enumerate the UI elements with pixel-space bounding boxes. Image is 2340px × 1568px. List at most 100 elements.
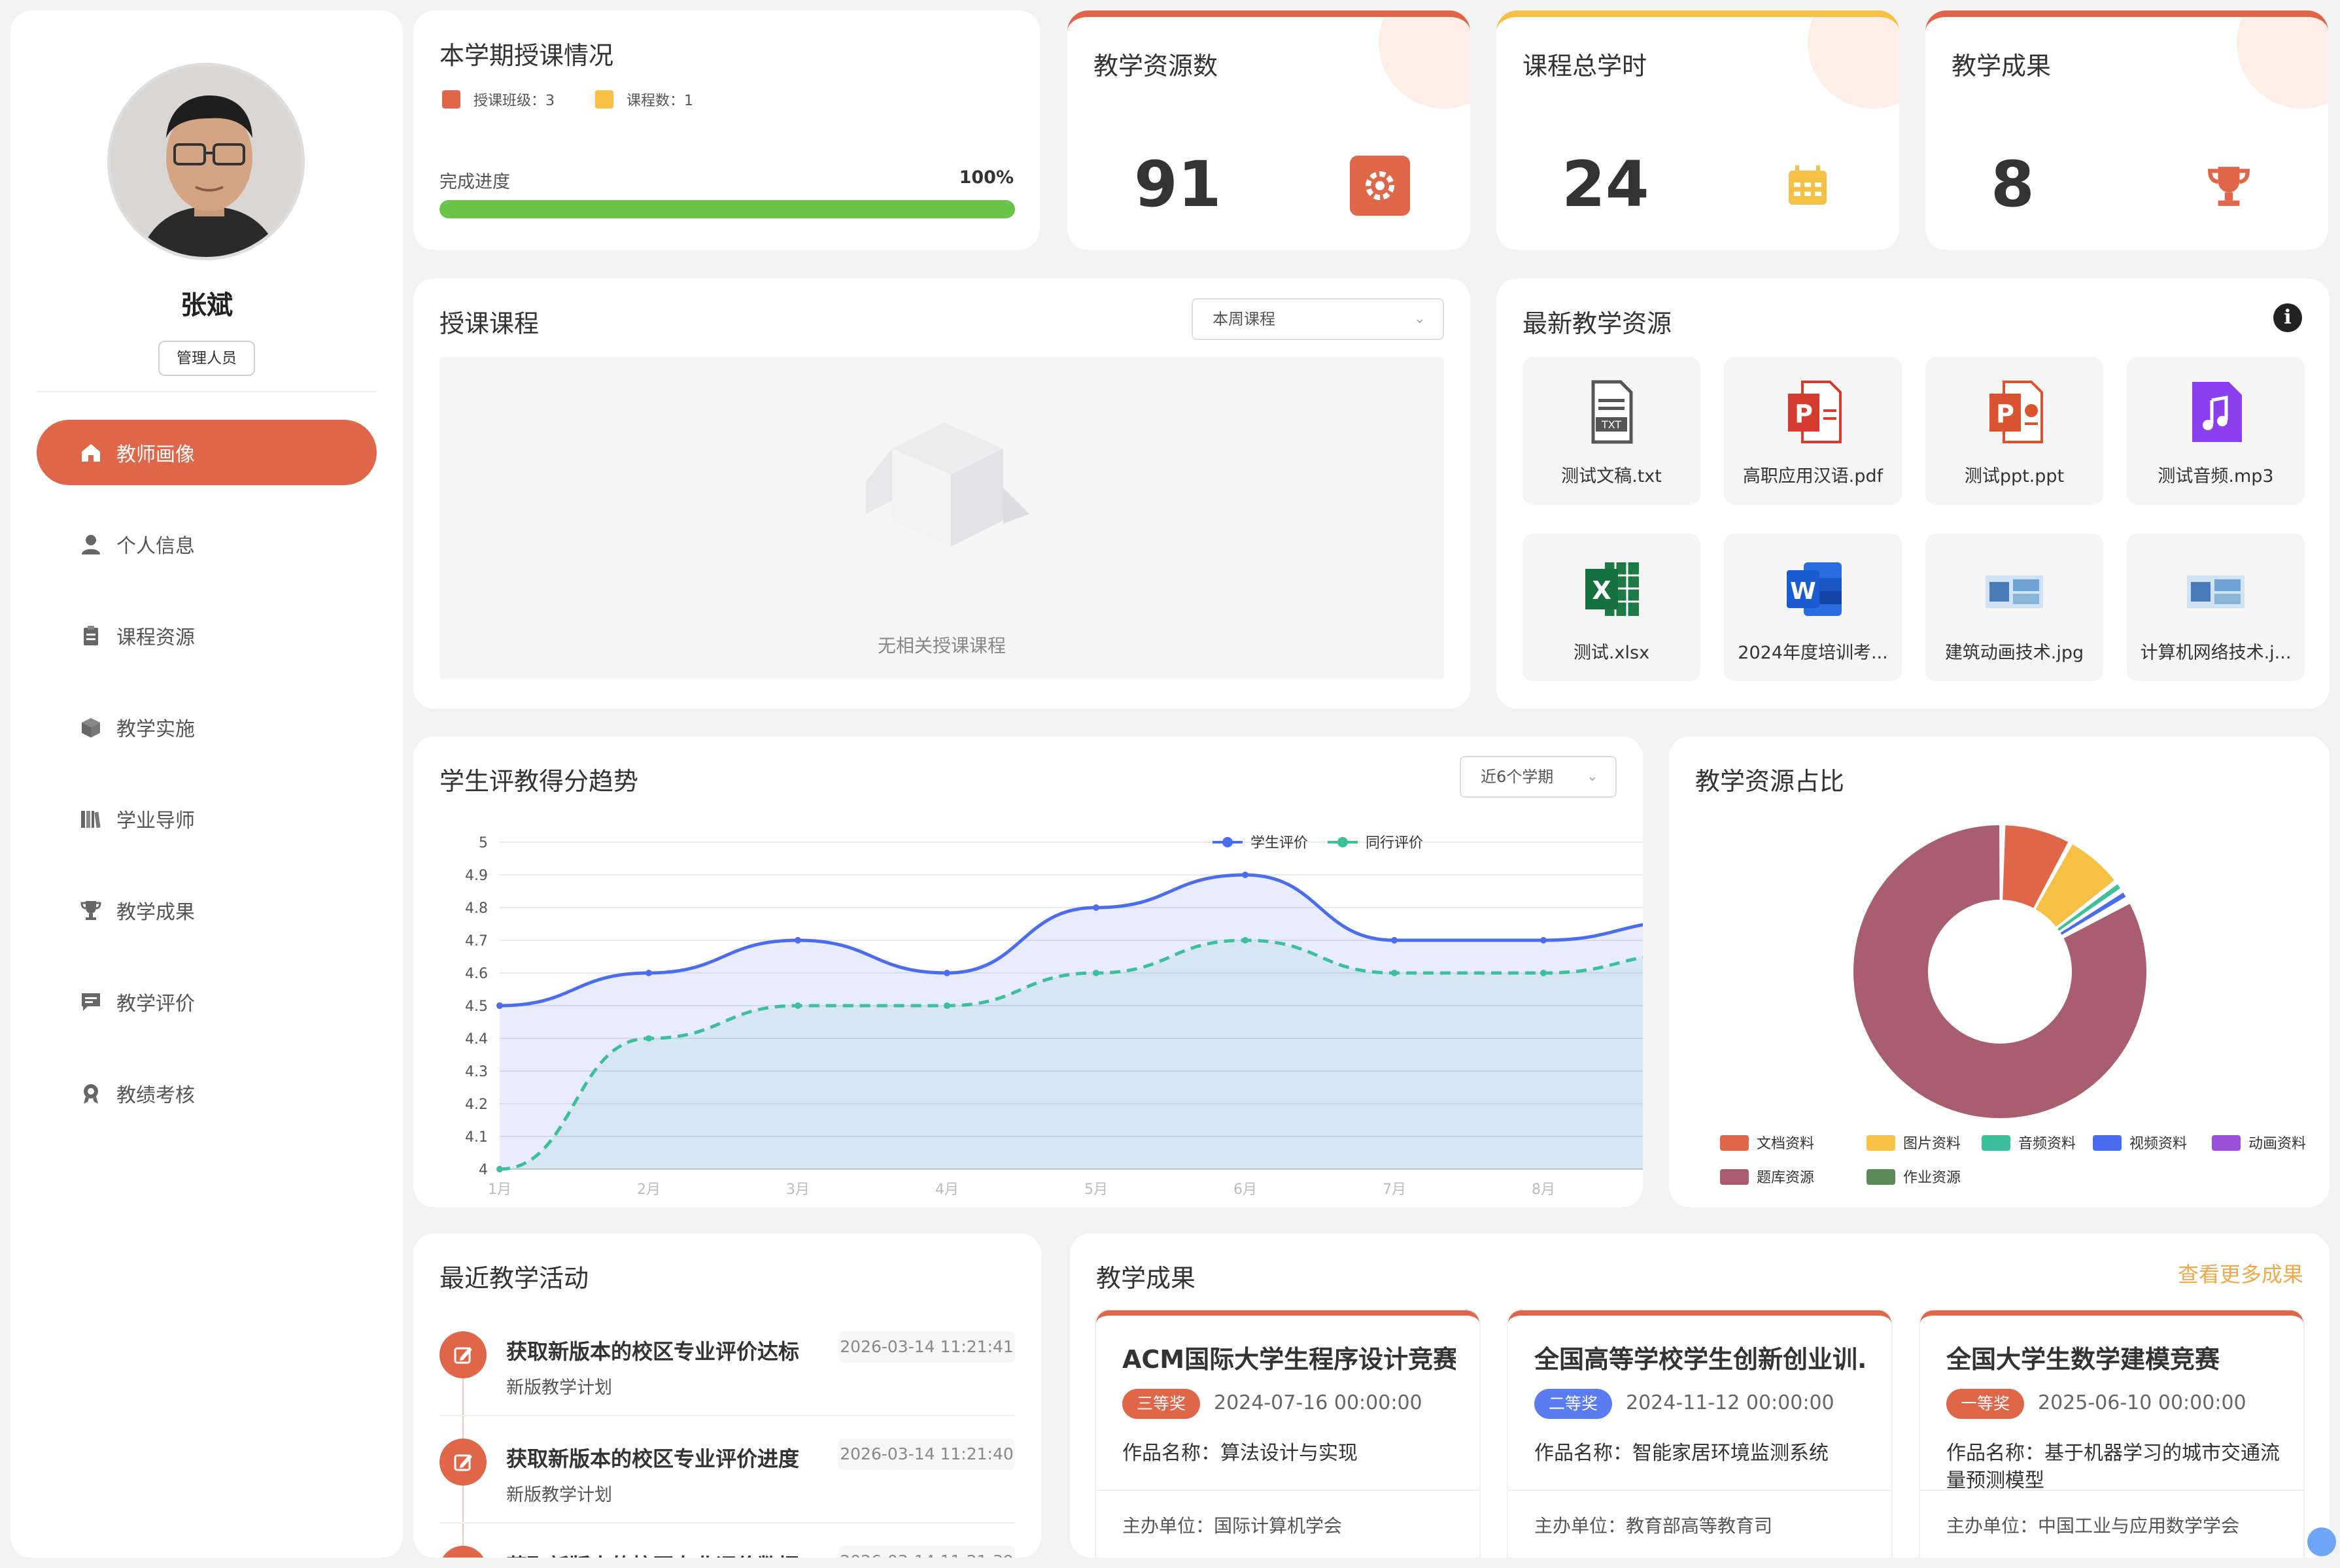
course-range-select[interactable]: 本周课程 ⌄ xyxy=(1192,298,1444,340)
resource-tile[interactable]: 计算机网络技术.j... xyxy=(2127,534,2305,681)
legend-swatch xyxy=(2212,1135,2241,1151)
stat-card-hours: 课程总学时 24 xyxy=(1496,10,1899,250)
data-point[interactable] xyxy=(496,1002,503,1009)
class-count: 授课班级：3 xyxy=(442,89,555,110)
data-point[interactable] xyxy=(496,1166,503,1172)
data-point[interactable] xyxy=(1391,970,1398,976)
data-point[interactable] xyxy=(795,1002,801,1009)
legend-label[interactable]: 文档资料 xyxy=(1757,1136,1814,1152)
audio-file-icon xyxy=(2183,377,2248,449)
y-tick-label: 4.9 xyxy=(465,868,488,884)
resource-name: 测试音频.mp3 xyxy=(2158,466,2274,486)
resource-tile[interactable]: P 测试ppt.ppt xyxy=(1925,357,2103,505)
semester-summary-card: 本学期授课情况 授课班级：3 课程数：1 完成进度 100% xyxy=(413,10,1040,250)
legend-label[interactable]: 作业资源 xyxy=(1903,1170,1961,1186)
role-badge: 管理人员 xyxy=(158,341,255,376)
data-point[interactable] xyxy=(1093,970,1099,976)
edit-icon xyxy=(439,1439,487,1486)
svg-text:P: P xyxy=(1795,400,1813,428)
data-point[interactable] xyxy=(1093,904,1099,911)
nav-label: 学业导师 xyxy=(116,810,195,832)
nav-item-achievements[interactable]: 教学成果 xyxy=(37,878,377,943)
legend-label[interactable]: 动画资料 xyxy=(2248,1136,2306,1152)
legend-swatch xyxy=(1867,1135,1895,1151)
boxes-icon xyxy=(78,715,103,740)
x-tick-label: 5月 xyxy=(1084,1182,1108,1198)
nav-item-personal-info[interactable]: 个人信息 xyxy=(37,511,377,577)
stat-title: 课程总学时 xyxy=(1523,52,1647,80)
data-point[interactable] xyxy=(645,1035,652,1042)
legend-swatch xyxy=(1982,1135,2010,1151)
card-title: 本学期授课情况 xyxy=(439,41,614,70)
legend-label[interactable]: 视频资料 xyxy=(2129,1136,2187,1152)
nav-item-performance-review[interactable]: 教绩考核 xyxy=(37,1061,377,1126)
svg-text:TXT: TXT xyxy=(1601,418,1621,431)
nav-item-teacher-profile[interactable]: 教师画像 xyxy=(37,420,377,485)
data-point[interactable] xyxy=(1391,937,1398,944)
resource-tile[interactable]: TXT 测试文稿.txt xyxy=(1523,357,1700,505)
resource-tile[interactable]: 建筑动画技术.jpg xyxy=(1925,534,2103,681)
image-file-icon xyxy=(1982,553,2047,625)
badge-icon xyxy=(78,1081,103,1106)
legend-label[interactable]: 同行评价 xyxy=(1366,835,1423,851)
legend-swatch xyxy=(1720,1135,1749,1151)
y-tick-label: 4.7 xyxy=(465,933,488,949)
data-point[interactable] xyxy=(795,937,801,944)
resource-tile[interactable]: P 高职应用汉语.pdf xyxy=(1724,357,1902,505)
data-point[interactable] xyxy=(944,970,950,976)
legend-swatch xyxy=(1867,1169,1895,1185)
data-point[interactable] xyxy=(1540,970,1547,976)
achievement-title: ACM国际大学生程序设计竞赛 xyxy=(1122,1345,1456,1374)
data-point[interactable] xyxy=(1242,872,1248,878)
stat-title: 教学资源数 xyxy=(1093,52,1218,80)
resource-tile[interactable]: 测试音频.mp3 xyxy=(2127,357,2305,505)
nav-item-course-resources[interactable]: 课程资源 xyxy=(37,603,377,668)
legend-marker xyxy=(1337,837,1348,847)
data-point[interactable] xyxy=(1242,937,1248,944)
sidebar: 张斌 管理人员 教师画像 个人信息 课程资源 教学实施 学业导师 教学成果 教学… xyxy=(10,10,403,1558)
trophy-icon xyxy=(2199,156,2259,216)
stat-card-achievements: 教学成果 8 xyxy=(1925,10,2328,250)
activity-subtitle: 新版教学计划 xyxy=(506,1378,612,1398)
evaluation-trend-card: 学生评教得分趋势 近6个学期 ⌄ 4 4.1 4.2 4.3 4.4 4.5 4.6 4.7 4… xyxy=(413,736,1643,1207)
resource-tile[interactable]: X 测试.xlsx xyxy=(1523,534,1700,681)
nav-item-academic-tutor[interactable]: 学业导师 xyxy=(37,786,377,851)
achievement-item[interactable]: ACM国际大学生程序设计竞赛 三等奖 2024-07-16 00:00:00 作品名称… xyxy=(1096,1310,1479,1558)
nav-item-teaching-evaluation[interactable]: 教学评价 xyxy=(37,969,377,1034)
legend-label[interactable]: 学生评价 xyxy=(1250,835,1308,851)
nav-label: 教学实施 xyxy=(116,718,195,741)
legend-label[interactable]: 题库资源 xyxy=(1757,1170,1814,1186)
nav-item-teaching-implementation[interactable]: 教学实施 xyxy=(37,694,377,760)
activity-title[interactable]: 获取新版本的校区专业评价进度 xyxy=(506,1442,799,1473)
info-icon[interactable]: i xyxy=(2273,303,2302,332)
progress-fill xyxy=(439,200,1015,218)
calendar-icon xyxy=(1778,156,1838,216)
legend-marker xyxy=(1222,837,1233,847)
achievement-item[interactable]: 全国大学生数学建模竞赛 一等奖 2025-06-10 00:00:00 作品名称：基于… xyxy=(1920,1310,2303,1558)
nav-label: 教学评价 xyxy=(116,993,195,1015)
view-more-link[interactable]: 查看更多成果 xyxy=(2178,1258,2303,1288)
legend-label[interactable]: 音频资料 xyxy=(2018,1136,2076,1152)
activity-time: 2026-03-14 11:21:39 xyxy=(838,1546,1015,1558)
nav-label: 个人信息 xyxy=(116,535,195,558)
help-float-button[interactable] xyxy=(2307,1527,2336,1556)
decor-circle xyxy=(1379,17,1470,109)
data-point[interactable] xyxy=(645,970,652,976)
avatar[interactable] xyxy=(107,63,305,260)
x-tick-label: 8月 xyxy=(1532,1182,1555,1198)
data-point[interactable] xyxy=(944,1002,950,1009)
achievement-item[interactable]: 全国高等学校学生创新创业训... 二等奖 2024-11-12 00:00:00 作品… xyxy=(1508,1310,1891,1558)
achievements-card: 教学成果 查看更多成果 ACM国际大学生程序设计竞赛 三等奖 2024-07-16 … xyxy=(1070,1233,2330,1558)
achievement-work: 作品名称：基于机器学习的城市交通流量预测模型 xyxy=(1946,1442,2280,1492)
activity-title[interactable]: 获取新版本的校区专业评价数据 xyxy=(506,1550,799,1558)
resource-tile[interactable]: W 2024年度培训考... xyxy=(1724,534,1902,681)
achievement-divider xyxy=(1096,1490,1479,1491)
y-tick-label: 4.3 xyxy=(465,1064,488,1080)
empty-state: 无相关授课课程 xyxy=(439,357,1444,679)
legend-label[interactable]: 图片资料 xyxy=(1903,1136,1961,1152)
card-title: 教学成果 xyxy=(1096,1264,1196,1293)
activity-title[interactable]: 获取新版本的校区专业评价达标 xyxy=(506,1335,799,1365)
image-file-icon xyxy=(2183,553,2248,625)
resource-name: 测试ppt.ppt xyxy=(1964,466,2065,486)
data-point[interactable] xyxy=(1540,937,1547,944)
